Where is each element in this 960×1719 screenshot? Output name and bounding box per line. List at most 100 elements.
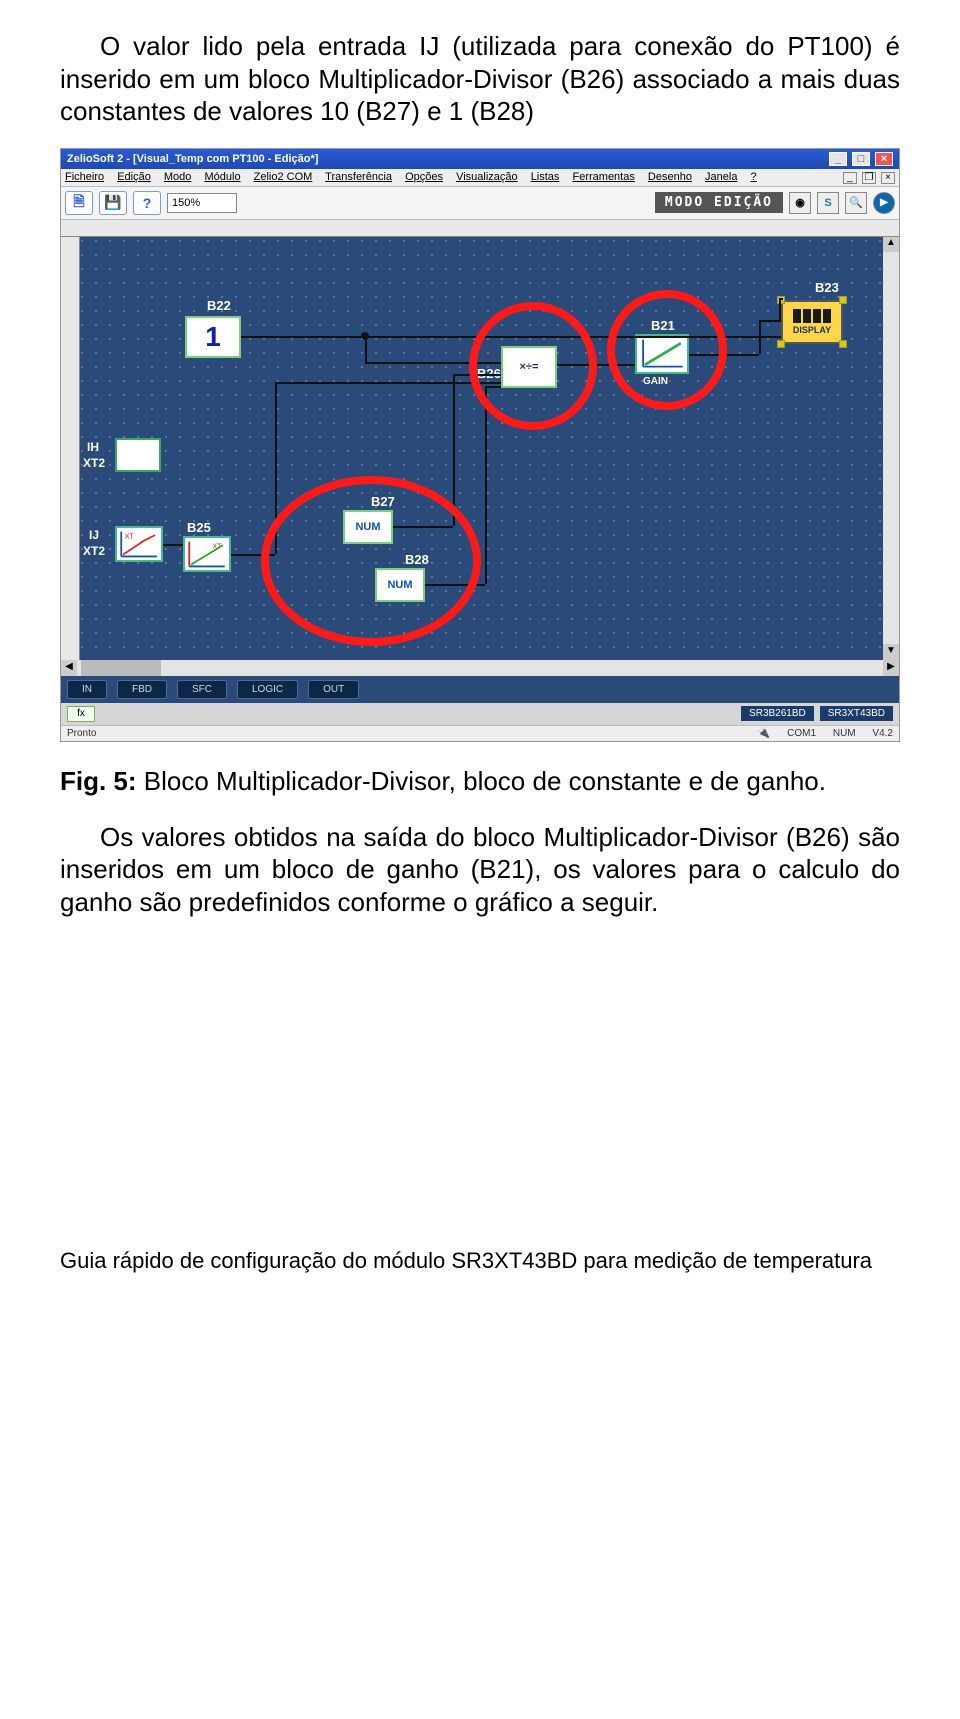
- wire: [425, 584, 485, 586]
- block-b25[interactable]: XT: [183, 536, 231, 572]
- wire: [759, 320, 781, 322]
- scroll-left-button[interactable]: ◀: [61, 660, 77, 676]
- scroll-up-button[interactable]: ▲: [883, 236, 899, 252]
- save-button[interactable]: 💾: [99, 191, 127, 215]
- menu-visualizacao[interactable]: Visualização: [456, 171, 518, 183]
- menu-zelio2com[interactable]: Zelio2 COM: [254, 171, 313, 183]
- wire: [275, 382, 501, 384]
- block-b27-num[interactable]: NUM: [343, 510, 393, 544]
- wire: [453, 374, 501, 376]
- b23-label: B23: [815, 280, 839, 295]
- wire: [231, 554, 275, 556]
- port-ij-label: IJ: [89, 528, 99, 542]
- wire: [453, 374, 455, 526]
- scroll-track[interactable]: [77, 660, 883, 676]
- block-b21-gain[interactable]: [635, 334, 689, 374]
- new-file-button[interactable]: 🗎: [65, 191, 93, 215]
- port-ih-box[interactable]: [115, 438, 161, 472]
- minimize-button[interactable]: _: [829, 152, 847, 166]
- b21-label: B21: [651, 318, 675, 333]
- scroll-down-button[interactable]: ▼: [883, 644, 899, 660]
- fbd-canvas[interactable]: IH XT2 IJ XT2 XT B22 1 B25 XT B27 NUM B2…: [61, 220, 899, 660]
- block-b28-num[interactable]: NUM: [375, 568, 425, 602]
- wire: [241, 336, 781, 338]
- mdi-minimize[interactable]: _: [843, 172, 857, 184]
- b25-label: B25: [187, 520, 211, 535]
- menu-items: Ficheiro Edição Modo Módulo Zelio2 COM T…: [65, 171, 767, 184]
- port-ih-label: IH: [87, 440, 99, 454]
- b28-text: NUM: [387, 579, 412, 591]
- wire: [485, 386, 501, 388]
- wire: [365, 362, 501, 364]
- wire: [759, 320, 761, 354]
- menu-edicao[interactable]: Edição: [117, 171, 151, 183]
- menu-transferencia[interactable]: Transferência: [325, 171, 392, 183]
- b23-text: DISPLAY: [793, 325, 831, 335]
- b21-caption: GAIN: [643, 376, 668, 387]
- status-bar: Pronto 🔌COM1 NUM V4.2: [61, 725, 899, 741]
- tab-in[interactable]: IN: [67, 680, 107, 699]
- menu-opcoes[interactable]: Opções: [405, 171, 443, 183]
- status-version: V4.2: [872, 728, 893, 739]
- figure-text: Bloco Multiplicador-Divisor, bloco de co…: [137, 766, 826, 796]
- block-b23-display[interactable]: DISPLAY: [781, 300, 843, 344]
- b27-text: NUM: [355, 521, 380, 533]
- block-b26-muldiv[interactable]: ×÷=: [501, 346, 557, 388]
- tab-logic[interactable]: LOGIC: [237, 680, 298, 699]
- svg-text:XT: XT: [125, 532, 135, 540]
- wire: [393, 526, 453, 528]
- menu-bar: Ficheiro Edição Modo Módulo Zelio2 COM T…: [61, 169, 899, 187]
- bottom-tabbar: IN FBD SFC LOGIC OUT: [61, 676, 899, 703]
- menu-listas[interactable]: Listas: [531, 171, 560, 183]
- page-footer: Guia rápido de configuração do módulo SR…: [60, 1248, 900, 1274]
- maximize-button[interactable]: □: [852, 152, 870, 166]
- window-titlebar: ZelioSoft 2 - [Visual_Temp com PT100 - E…: [61, 149, 899, 169]
- scroll-thumb[interactable]: [81, 660, 161, 676]
- close-button[interactable]: ×: [875, 152, 893, 166]
- scroll-right-button[interactable]: ▶: [883, 660, 899, 676]
- zelio-screenshot: ZelioSoft 2 - [Visual_Temp com PT100 - E…: [60, 148, 900, 742]
- status-com: COM1: [787, 728, 816, 739]
- port-xt2a-label: XT2: [83, 456, 105, 470]
- module-badge-2: SR3XT43BD: [820, 706, 893, 721]
- help-button[interactable]: ?: [133, 191, 161, 215]
- magnifier-button[interactable]: 🔍: [845, 192, 867, 214]
- com-port-icon: 🔌: [758, 728, 770, 739]
- toolbar-knob-icon[interactable]: ◉: [789, 192, 811, 214]
- intro-paragraph-1: O valor lido pela entrada IJ (utilizada …: [60, 30, 900, 128]
- status-left: Pronto: [67, 728, 96, 739]
- window-controls: _ □ ×: [827, 152, 893, 166]
- mdi-restore[interactable]: ❐: [862, 172, 876, 184]
- figure-caption: Fig. 5: Bloco Multiplicador-Divisor, blo…: [60, 766, 900, 797]
- mdi-close[interactable]: ×: [881, 172, 895, 184]
- b22-label: B22: [207, 298, 231, 313]
- block-b22-constant-1[interactable]: 1: [185, 316, 241, 358]
- wire: [779, 298, 781, 320]
- menu-help[interactable]: ?: [751, 171, 757, 183]
- tab-sfc[interactable]: SFC: [177, 680, 227, 699]
- run-button[interactable]: ▶: [873, 192, 895, 214]
- zoom-select[interactable]: 150%: [167, 193, 237, 213]
- tab-fbd[interactable]: FBD: [117, 680, 167, 699]
- wire: [689, 354, 759, 356]
- function-row: fx SR3B261BD SR3XT43BD: [61, 703, 899, 725]
- module-badge-1: SR3B261BD: [741, 706, 814, 721]
- menu-ficheiro[interactable]: Ficheiro: [65, 171, 104, 183]
- menu-desenho[interactable]: Desenho: [648, 171, 692, 183]
- port-ij-graph-icon[interactable]: XT: [115, 526, 163, 562]
- menu-modulo[interactable]: Módulo: [204, 171, 240, 183]
- wire: [557, 364, 635, 366]
- fx-button[interactable]: fx: [67, 706, 95, 722]
- menu-ferramentas[interactable]: Ferramentas: [573, 171, 635, 183]
- s-button[interactable]: S: [817, 192, 839, 214]
- menu-modo[interactable]: Modo: [164, 171, 192, 183]
- vertical-scrollbar[interactable]: ▲ ▼: [883, 236, 899, 660]
- wire: [275, 382, 277, 554]
- tab-out[interactable]: OUT: [308, 680, 359, 699]
- window-title: ZelioSoft 2 - [Visual_Temp com PT100 - E…: [67, 153, 318, 165]
- mdi-controls: _ ❐ ×: [841, 171, 895, 184]
- horizontal-scrollbar[interactable]: ◀ ▶: [61, 660, 899, 676]
- figure-label: Fig. 5:: [60, 766, 137, 796]
- wire: [485, 386, 487, 584]
- menu-janela[interactable]: Janela: [705, 171, 737, 183]
